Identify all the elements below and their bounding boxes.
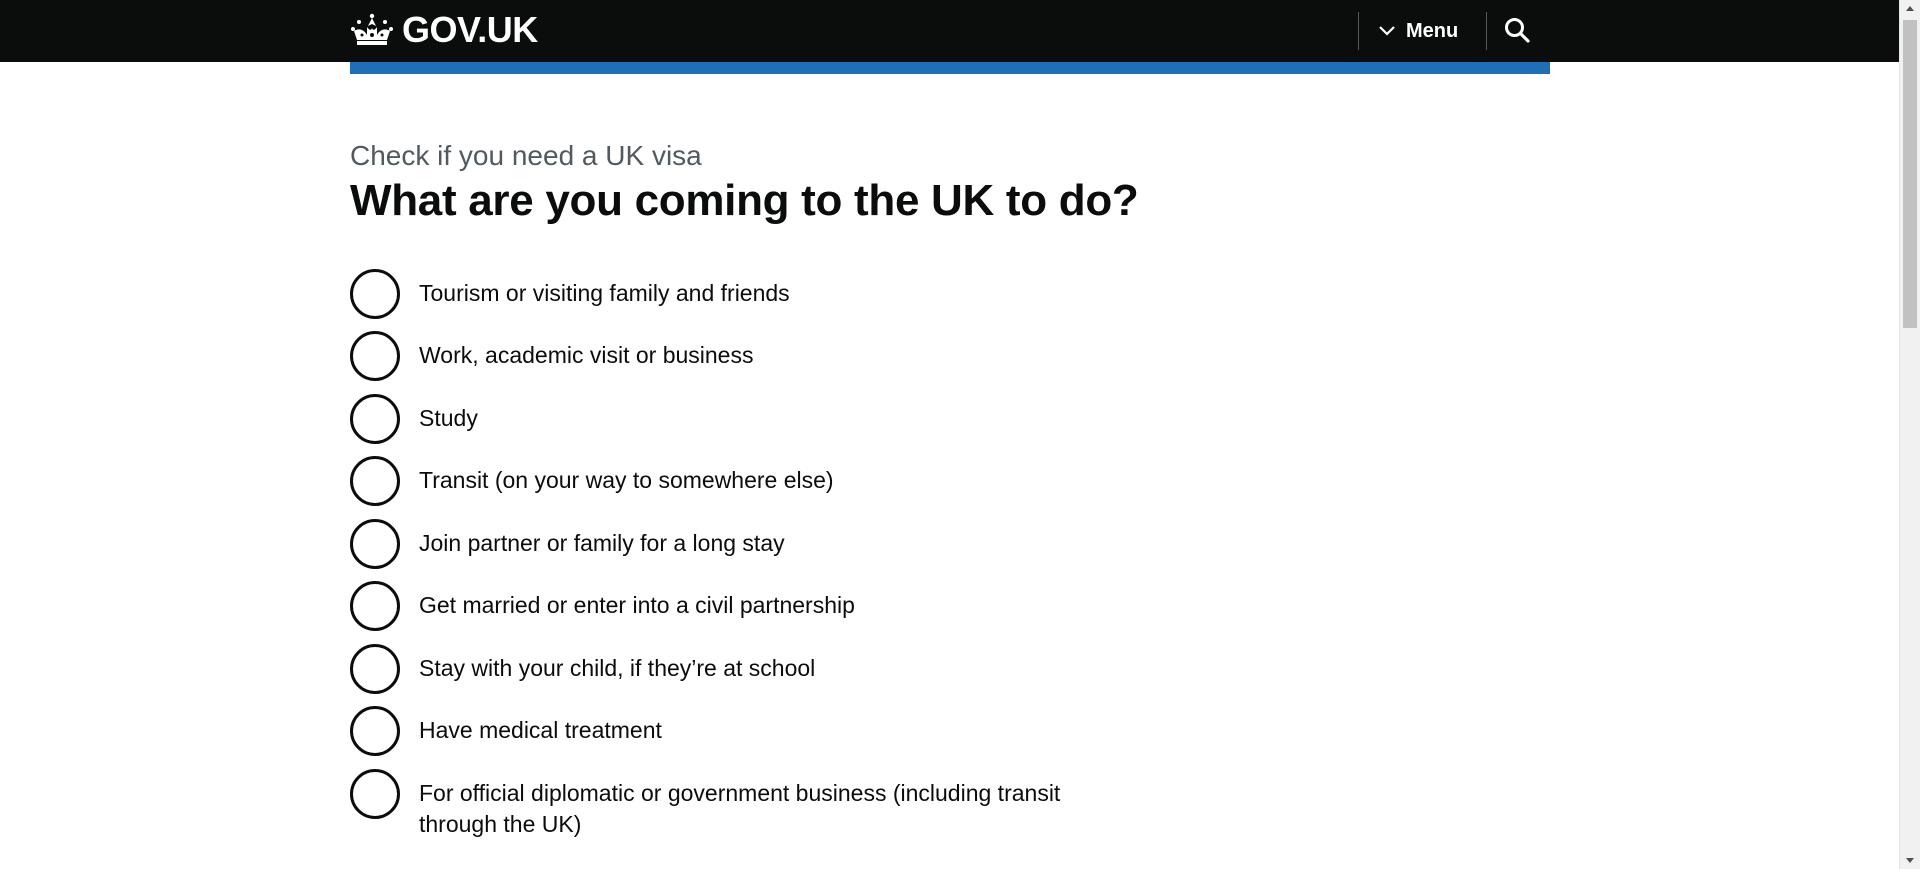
page-title: What are you coming to the UK to do?: [350, 176, 1139, 225]
menu-label: Menu: [1406, 19, 1459, 42]
radio-label: Stay with your child, if they’re at scho…: [419, 655, 816, 681]
search-icon: [1505, 18, 1530, 43]
radio-label: Get married or enter into a civil partne…: [419, 592, 855, 618]
radio-label: Transit (on your way to somewhere else): [419, 467, 834, 493]
radio-label: Study: [419, 405, 478, 431]
radio-button[interactable]: [350, 519, 400, 569]
menu-button[interactable]: Menu: [1378, 14, 1458, 48]
radio-label: Tourism or visiting family and friends: [419, 280, 790, 306]
search-button[interactable]: [1504, 17, 1534, 47]
page: GOV.UK Menu Check if you need a UK visa …: [0, 0, 1899, 869]
radio-label: Have medical treatment: [419, 717, 662, 743]
radio-button[interactable]: [350, 769, 400, 819]
radio-option-marriage[interactable]: Get married or enter into a civil partne…: [350, 581, 855, 631]
vertical-scrollbar[interactable]: [1899, 0, 1920, 869]
service-caption: Check if you need a UK visa: [350, 140, 702, 171]
browser-viewport: GOV.UK Menu Check if you need a UK visa …: [0, 0, 1920, 869]
radio-option-child-school[interactable]: Stay with your child, if they’re at scho…: [350, 644, 815, 694]
radio-option-tourism[interactable]: Tourism or visiting family and friends: [350, 269, 790, 319]
radio-option-family[interactable]: Join partner or family for a long stay: [350, 519, 785, 569]
site-header: GOV.UK Menu: [0, 0, 1899, 62]
radio-button[interactable]: [350, 331, 400, 381]
govuk-logo-link[interactable]: GOV.UK: [350, 12, 538, 48]
radio-option-diplomatic[interactable]: For official diplomatic or government bu…: [350, 769, 1119, 840]
header-divider: [1486, 12, 1487, 50]
radio-option-transit[interactable]: Transit (on your way to somewhere else): [350, 456, 834, 506]
radio-button[interactable]: [350, 644, 400, 694]
radio-label: For official diplomatic or government bu…: [419, 780, 1061, 837]
radio-button[interactable]: [350, 706, 400, 756]
radio-button[interactable]: [350, 581, 400, 631]
radio-option-study[interactable]: Study: [350, 394, 478, 444]
chevron-down-icon: [1379, 26, 1395, 36]
crown-icon: [351, 13, 393, 45]
scrollbar-thumb[interactable]: [1903, 20, 1917, 328]
radio-button[interactable]: [350, 456, 400, 506]
header-accent-rule: [350, 62, 1550, 74]
radio-button[interactable]: [350, 394, 400, 444]
scroll-down-arrow-icon[interactable]: [1900, 852, 1920, 869]
govuk-logo-text: GOV.UK: [402, 9, 538, 50]
radio-option-medical[interactable]: Have medical treatment: [350, 706, 662, 756]
radio-label: Work, academic visit or business: [419, 342, 754, 368]
radio-option-work[interactable]: Work, academic visit or business: [350, 331, 753, 381]
radio-button[interactable]: [350, 269, 400, 319]
scroll-up-arrow-icon[interactable]: [1900, 0, 1920, 17]
header-divider: [1358, 12, 1359, 50]
radio-label: Join partner or family for a long stay: [419, 530, 785, 556]
